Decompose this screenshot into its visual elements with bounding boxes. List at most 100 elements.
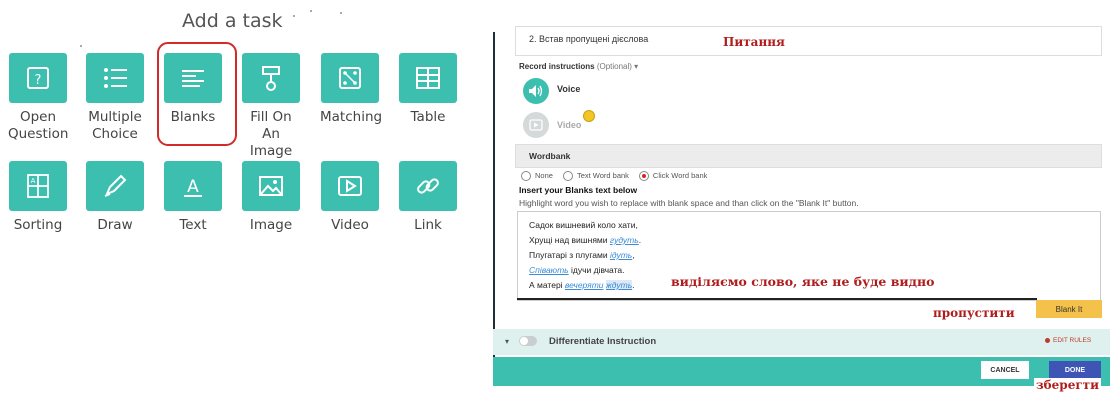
tile-label: Multiple Choice [88,109,142,142]
decorative-dot [80,45,82,47]
tile-image[interactable]: Image [241,161,301,234]
wordbank-option-text[interactable]: Text Word bank [562,171,629,182]
tile-label: Image [249,217,293,233]
tile-label: Draw [97,217,133,233]
wordbank-header [515,144,1102,168]
voice-label: Voice [557,84,581,94]
draw-icon [86,161,144,211]
tile-label: Text [179,217,207,233]
fill-on-image-icon [242,53,300,103]
poem-line: Садок вишневий коло хати, [529,220,638,230]
poem-line: Хрущі над вишнями гудуть. [529,235,641,245]
chevron-down-icon[interactable]: ▾ [505,337,509,346]
wordbank-option-label: None [535,171,553,180]
svg-text:?: ? [35,73,42,88]
tile-table[interactable]: Table [398,53,458,126]
blanked-word[interactable]: гудуть [610,235,639,245]
open-question-icon: ? [9,53,67,103]
annotation-select-word: виділяємо слово, яке не буде видно [671,274,935,289]
tile-label: Video [331,217,369,233]
tile-open-question[interactable]: ? Open Question [8,53,68,143]
done-button[interactable]: DONE [1049,361,1101,379]
decorative-dot [340,12,342,14]
wordbank-options: None Text Word bank Click Word bank [521,171,708,182]
wordbank-option-label: Click Word bank [652,171,708,180]
poem-text: Хрущі над вишнями [529,235,610,245]
differentiate-toggle[interactable] [519,336,537,346]
add-task-panel: Add a task ? Open Question Multiple Choi… [0,0,470,394]
differentiate-label: Differentiate Instruction [549,336,657,347]
voice-record-button[interactable] [523,78,549,104]
tile-label: Fill On An Image [249,109,293,159]
wordbank-label: Wordbank [529,151,571,161]
tile-label: Sorting [13,217,63,233]
tile-text[interactable]: A Text [163,161,223,234]
annotation-question: Питання [723,35,785,49]
text-icon: A [164,161,222,211]
edit-rules-label: EDIT RULES [1053,337,1092,344]
blanks-editor-panel: 2. Встав пропущені дієслова Питання Reco… [493,14,1110,392]
highlight-help-text: Highlight word you wish to replace with … [519,198,859,208]
video-label: Video [557,120,582,130]
video-record-button[interactable] [523,112,549,138]
selected-word[interactable]: ждуть [605,280,633,290]
premium-badge-icon [583,110,595,122]
tile-label: Open Question [8,109,69,142]
image-icon [242,161,300,211]
matching-icon [321,53,379,103]
svg-text:A: A [187,177,199,197]
add-task-title: Add a task [182,10,283,32]
tile-draw[interactable]: Draw [85,161,145,234]
radio-icon [562,171,573,182]
poem-text: Плугатарі з плугами [529,250,610,260]
speaker-icon [529,85,543,97]
decorative-dot [293,15,295,17]
tile-fill-on-image[interactable]: Fill On An Image [241,53,301,160]
poem-text: ідучи дівчата. [568,265,625,275]
video-camera-icon [529,119,543,131]
blanked-word[interactable]: вечеряти [565,280,604,290]
wordbank-option-label: Text Word bank [576,171,629,180]
record-instructions-text: Record instructions [519,62,595,71]
tile-label: Table [410,109,446,125]
poem-text: . [632,280,635,290]
sorting-icon: A [9,161,67,211]
poem-line: А матері вечеряти ждуть. [529,280,635,290]
poem-text: А матері [529,280,565,290]
radio-selected-icon [638,171,649,182]
video-icon [321,161,379,211]
blanked-word[interactable]: ідуть [610,250,632,260]
poem-text: , [632,250,635,260]
record-instructions-label: Record instructions (Optional) ▾ [519,62,638,71]
svg-text:A: A [31,177,36,185]
gear-icon [1045,337,1050,343]
record-optional-toggle[interactable]: (Optional) ▾ [597,62,638,71]
decorative-dot [310,10,312,12]
poem-text: . [638,235,642,245]
edit-rules-link[interactable]: EDIT RULES [1045,337,1091,344]
multiple-choice-icon [86,53,144,103]
blank-it-button[interactable]: Blank It [1036,300,1102,318]
poem-line: Співають ідучи дівчата. [529,265,624,275]
radio-icon [521,171,531,182]
link-icon [399,161,457,211]
blanks-highlight-ring [157,42,237,146]
tile-label: Link [414,217,442,233]
tile-multiple-choice[interactable]: Multiple Choice [85,53,145,143]
tile-label: Matching [320,109,383,125]
blanked-word[interactable]: Співають [529,265,569,275]
wordbank-option-click[interactable]: Click Word bank [638,171,708,182]
cancel-button[interactable]: CANCEL [981,361,1029,379]
tile-video[interactable]: Video [320,161,380,234]
annotation-skip: пропустити [933,306,1015,320]
panel-left-border [493,32,495,372]
wordbank-option-none[interactable]: None [521,171,553,182]
tile-sorting[interactable]: A Sorting [8,161,68,234]
annotation-save: зберегти [1034,378,1102,392]
tile-matching[interactable]: Matching [320,53,383,126]
question-text: 2. Встав пропущені дієслова [529,34,649,44]
insert-blanks-label: Insert your Blanks text below [519,185,638,195]
poem-line: Плугатарі з плугами ідуть, [529,250,635,260]
tile-link[interactable]: Link [398,161,458,234]
editor-bottom-rule [517,298,1037,300]
